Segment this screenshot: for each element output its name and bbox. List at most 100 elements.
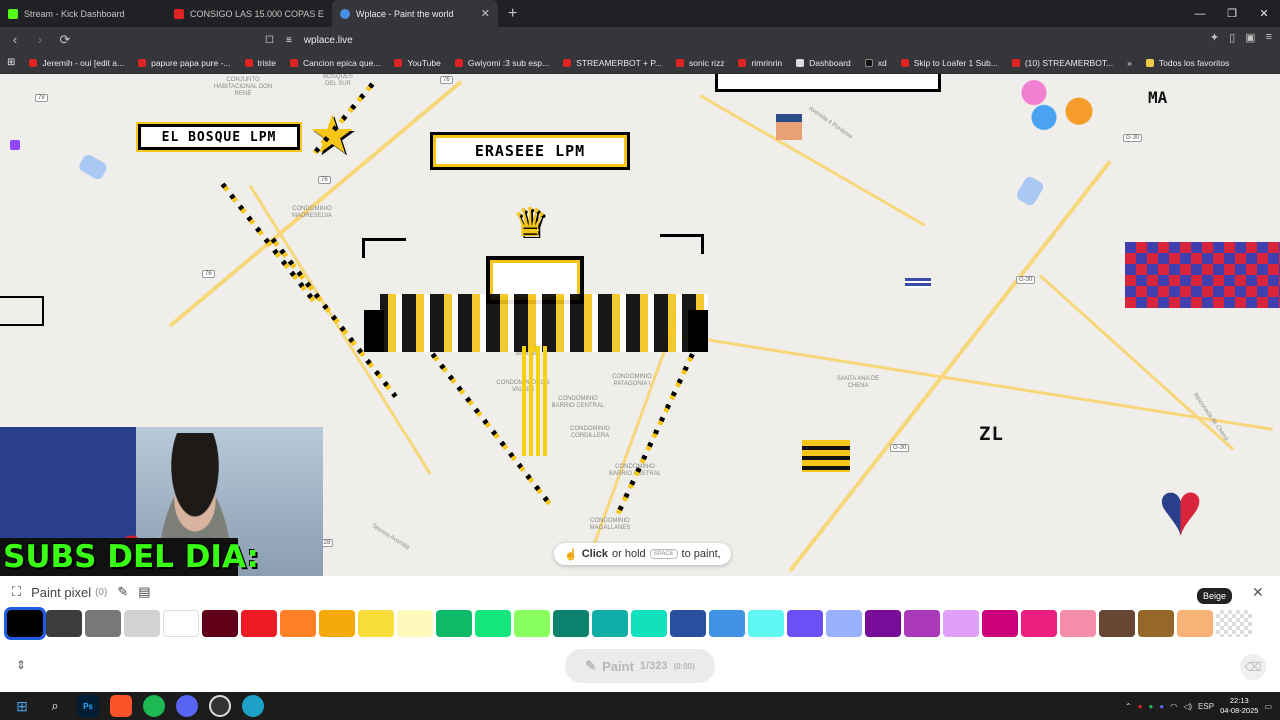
obs-icon[interactable] (209, 695, 231, 717)
color-swatch-light-green[interactable] (514, 610, 550, 637)
color-swatch-black[interactable] (4, 607, 46, 640)
bookmark-label: (10) STREAMERBOT... (1024, 57, 1114, 68)
spotify-icon[interactable] (143, 695, 165, 717)
water-area (1014, 174, 1046, 208)
color-swatch-dark-green[interactable] (436, 610, 472, 637)
color-swatch-orange[interactable] (280, 610, 316, 637)
bookmark-item[interactable]: (10) STREAMERBOT... (1005, 58, 1120, 68)
tab-wplace[interactable]: Wplace - Paint the world ✕ (332, 0, 498, 27)
color-swatch-light-purple[interactable] (943, 610, 979, 637)
bookmark-item[interactable]: rimrinrin (731, 58, 789, 68)
pixel-trail (220, 182, 317, 304)
youtube-icon (394, 58, 403, 67)
color-swatch-dark-blue[interactable] (670, 610, 706, 637)
bookmark-item[interactable]: sonic rizz (669, 58, 731, 68)
brave-icon[interactable] (110, 695, 132, 717)
site-info-icon[interactable]: ≡ (286, 35, 292, 46)
globe-icon (340, 8, 350, 19)
bookmark-item[interactable]: papure papa pure -... (131, 58, 237, 68)
color-swatch-purple[interactable] (904, 610, 940, 637)
fullscreen-icon[interactable]: ⛶ (12, 584, 21, 600)
bookmark-icon[interactable]: ☐ (265, 35, 274, 46)
color-swatch-dark-purple[interactable] (865, 610, 901, 637)
restore-button[interactable]: ❐ (1216, 7, 1248, 20)
expand-icon[interactable]: ⇕ (16, 658, 26, 672)
language-indicator[interactable]: ESP (1198, 702, 1214, 711)
close-tab-icon[interactable]: ✕ (481, 7, 490, 20)
twitch-icon[interactable] (10, 140, 20, 150)
color-swatch-beige[interactable] (1177, 610, 1213, 637)
bookmark-item[interactable]: triste (238, 58, 283, 68)
bookmark-folder[interactable]: Todos los favoritos (1139, 58, 1236, 68)
color-swatch-dark-pink[interactable] (982, 610, 1018, 637)
menu-icon[interactable]: ≡ (1266, 31, 1272, 44)
color-swatch-yellow[interactable] (358, 610, 394, 637)
apps-icon[interactable]: ⊞ (0, 57, 22, 68)
pixel-art-text: EL BOSQUE LPM (136, 122, 302, 152)
address-bar[interactable]: ☐ ≡ wplace.live (265, 30, 985, 50)
windows-start-icon[interactable]: ⊞ (11, 695, 33, 717)
bookmark-item[interactable]: Jeremih - oui [edit a... (22, 58, 131, 68)
color-swatch-light-teal[interactable] (631, 610, 667, 637)
bookmark-item[interactable]: YouTube (387, 58, 447, 68)
color-swatch-teal[interactable] (592, 610, 628, 637)
edge-icon[interactable] (242, 695, 264, 717)
bookmark-item[interactable]: Dashboard (789, 58, 858, 68)
color-swatch-white[interactable] (163, 610, 199, 637)
wallet-icon[interactable]: ▣ (1245, 31, 1255, 44)
color-swatch-dark-brown[interactable] (1099, 610, 1135, 637)
tray-overflow-icon[interactable]: ⌃ (1125, 702, 1132, 711)
color-swatch-transparent[interactable] (1216, 610, 1252, 637)
color-swatch-gray[interactable] (85, 610, 121, 637)
bookmark-item[interactable]: Cancion epica que... (283, 58, 388, 68)
extensions-icon[interactable]: ✦ (1210, 31, 1219, 44)
close-panel-button[interactable]: ✕ (1252, 584, 1264, 601)
tray-icon[interactable]: ● (1159, 702, 1164, 711)
template-icon[interactable]: ▤ (138, 584, 150, 600)
bookmark-item[interactable]: Gwiyomi :3 sub esp... (448, 58, 556, 68)
minimize-button[interactable]: — (1184, 8, 1216, 20)
tab-youtube-video[interactable]: CONSIGO LAS 15.000 COPAS EN CLA (166, 0, 332, 27)
color-swatch-dark-gray[interactable] (46, 610, 82, 637)
tray-icon[interactable]: ● (1138, 702, 1143, 711)
tab-kick-dashboard[interactable]: Stream - Kick Dashboard (0, 0, 166, 27)
color-swatch-cyan[interactable] (748, 610, 784, 637)
bookmark-item[interactable]: STREAMERBOT + P... (556, 58, 669, 68)
back-button[interactable]: ‹ (5, 32, 25, 47)
color-swatch-dark-teal[interactable] (553, 610, 589, 637)
more-bookmarks-icon[interactable]: » (1120, 58, 1139, 68)
color-swatch-indigo[interactable] (787, 610, 823, 637)
paint-button[interactable]: ✎ Paint 1/323 (0:00) (565, 649, 715, 683)
url-text[interactable]: wplace.live (304, 35, 353, 46)
color-swatch-gold[interactable] (319, 610, 355, 637)
new-tab-button[interactable]: + (498, 5, 527, 23)
search-icon[interactable]: ⌕ (44, 695, 66, 717)
clock[interactable]: 22:13 04-08-2025 (1220, 696, 1258, 716)
color-swatch-green[interactable] (475, 610, 511, 637)
reload-button[interactable]: ⟳ (55, 32, 75, 48)
volume-icon[interactable]: ◁) (1183, 702, 1192, 711)
wifi-icon[interactable]: ◠ (1170, 702, 1177, 711)
sidebar-icon[interactable]: ▯ (1229, 31, 1235, 44)
pencil-icon[interactable]: ✎ (117, 584, 128, 600)
color-swatch-light-pink[interactable] (1060, 610, 1096, 637)
tray-icon[interactable]: ● (1149, 702, 1154, 711)
notifications-icon[interactable]: ▭ (1264, 702, 1272, 711)
color-swatch-light-yellow[interactable] (397, 610, 433, 637)
close-window-button[interactable]: ✕ (1248, 7, 1280, 20)
map-canvas[interactable]: CONJUNTO HABITACIONAL DON RENÉ BOSQUES D… (0, 74, 1280, 576)
discord-icon[interactable] (176, 695, 198, 717)
forward-button[interactable]: › (30, 32, 50, 47)
photoshop-icon[interactable]: Ps (77, 695, 99, 717)
color-swatch-red[interactable] (241, 610, 277, 637)
bookmark-item[interactable]: xd (858, 58, 894, 68)
color-swatch-light-indigo[interactable] (826, 610, 862, 637)
bookmark-item[interactable]: Skip to Loafer 1 Sub... (894, 58, 1005, 68)
color-swatch-light-gray[interactable] (124, 610, 160, 637)
color-swatch-deep-red[interactable] (202, 610, 238, 637)
eraser-button[interactable]: ⌫ (1240, 654, 1266, 680)
color-swatch-pink[interactable] (1021, 610, 1057, 637)
color-swatch-brown[interactable] (1138, 610, 1174, 637)
color-swatch-blue[interactable] (709, 610, 745, 637)
bookmark-label: STREAMERBOT + P... (576, 57, 663, 68)
